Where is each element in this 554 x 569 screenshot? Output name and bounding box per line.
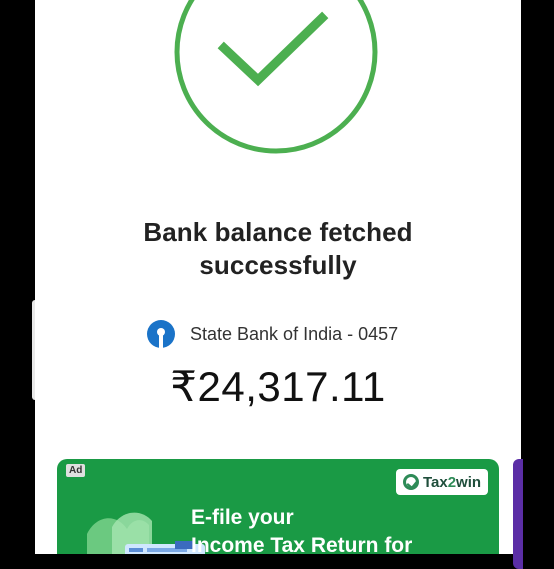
tax2win-logo-icon bbox=[402, 474, 419, 490]
bank-account-row: State Bank of India - 0457 bbox=[147, 320, 398, 348]
success-check-icon bbox=[172, 0, 380, 154]
phone-screen: Bank balance fetched successfully State … bbox=[35, 0, 521, 554]
next-card-edge bbox=[513, 459, 523, 569]
bank-account-label: State Bank of India - 0457 bbox=[190, 323, 399, 344]
brand-prefix: Tax bbox=[422, 473, 448, 491]
ad-headline-line1: E-file your bbox=[191, 506, 294, 529]
balance-amount: ₹24,317.11 bbox=[170, 363, 386, 410]
tax2win-logo: Tax 2 win bbox=[396, 469, 488, 495]
ad-headline-line2: Income Tax Return for bbox=[191, 534, 413, 557]
brand-suffix: win bbox=[456, 473, 482, 491]
ad-badge: Ad bbox=[66, 464, 86, 477]
brand-num: 2 bbox=[447, 473, 457, 491]
status-title: Bank balance fetched successfully bbox=[35, 216, 521, 282]
sbi-logo-icon bbox=[147, 320, 175, 348]
status-title-line2: successfully bbox=[199, 250, 357, 280]
status-title-line1: Bank balance fetched bbox=[143, 217, 413, 247]
